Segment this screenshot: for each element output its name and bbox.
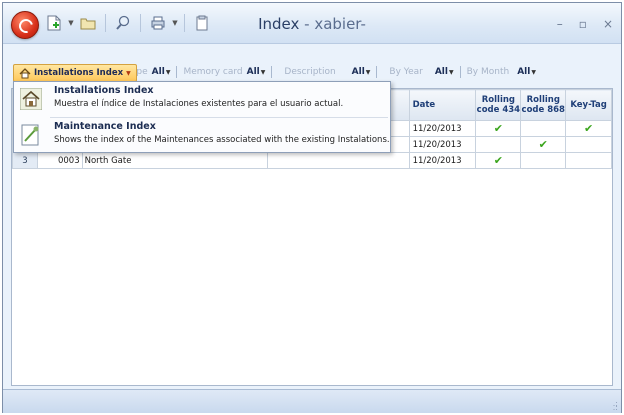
chevron-down-icon: ▼	[126, 69, 131, 77]
checkmark-icon: ✔	[584, 122, 594, 135]
cell-rolling-code-868[interactable]	[520, 120, 567, 137]
maximize-icon[interactable]: ▫	[579, 17, 587, 31]
chevron-down-icon: ▼	[365, 68, 371, 76]
chevron-down-icon: ▼	[448, 68, 454, 76]
window-title-sub: xabier-	[314, 15, 366, 33]
column-header-key-tag[interactable]: Key-Tag	[565, 89, 612, 121]
resize-grip-icon[interactable]: .:.:	[613, 400, 618, 412]
checkmark-icon: ✔	[493, 122, 503, 135]
menu-item-title: Maintenance Index	[54, 121, 156, 132]
cell-rolling-code-434[interactable]: ✔	[475, 152, 522, 169]
filter-description[interactable]: Description All ▼	[278, 66, 378, 78]
close-icon[interactable]: ×	[603, 17, 613, 31]
row-number: 3	[12, 152, 38, 169]
chevron-down-icon: ▼	[260, 68, 266, 76]
filter-by-month[interactable]: By Month All ▼	[461, 67, 536, 77]
chevron-down-icon: ▼	[165, 68, 171, 76]
filter-value[interactable]: All	[247, 67, 260, 77]
index-dropdown-menu: Installations Index Muestra el índice de…	[13, 81, 391, 153]
app-window: ▼ ▼ Index - xabier- – ▫ × Type All ▼ Mem…	[2, 2, 622, 413]
filter-label: By Year	[389, 67, 423, 77]
filter-memory-card[interactable]: Memory card All ▼	[177, 66, 273, 78]
cell-key-tag[interactable]: ✔	[565, 120, 612, 137]
cell-rolling-code-434[interactable]	[475, 136, 522, 153]
menu-item-description: Shows the index of the Maintenances asso…	[54, 135, 390, 145]
window-title: Index - xabier-	[3, 15, 621, 33]
cell-key-tag[interactable]	[565, 136, 612, 153]
filter-label: Description	[284, 67, 336, 77]
filter-label: By Month	[466, 67, 510, 77]
house-icon	[19, 67, 31, 78]
checkmark-icon: ✔	[538, 138, 548, 151]
cell-name[interactable]: North Gate	[81, 152, 269, 169]
window-title-main: Index	[258, 15, 300, 33]
filter-value[interactable]: All	[352, 67, 365, 77]
cell-code[interactable]: 0003	[36, 152, 83, 169]
column-header-rolling-code-434[interactable]: Rolling code 434	[475, 89, 522, 121]
cell-rolling-code-868[interactable]: ✔	[520, 136, 567, 153]
table-row[interactable]: 3 0003 North Gate 11/20/2013 ✔	[12, 152, 612, 169]
minimize-icon[interactable]: –	[557, 17, 563, 31]
cell-date[interactable]: 11/20/2013	[408, 152, 477, 169]
filter-value[interactable]: All	[517, 67, 530, 77]
window-title-separator: -	[299, 15, 315, 33]
menu-item-title: Installations Index	[54, 85, 154, 96]
cell-rolling-code-868[interactable]	[520, 152, 567, 169]
cell-date[interactable]: 11/20/2013	[408, 136, 477, 153]
cell-rolling-code-434[interactable]: ✔	[475, 120, 522, 137]
window-controls: – ▫ ×	[557, 17, 613, 31]
divider	[376, 66, 378, 78]
checkmark-icon: ✔	[493, 154, 503, 167]
title-bar: ▼ ▼ Index - xabier- – ▫ ×	[3, 3, 621, 44]
chevron-down-icon: ▼	[531, 68, 536, 76]
filter-label: Memory card	[183, 67, 243, 77]
filter-value[interactable]: All	[435, 67, 448, 77]
column-header-date[interactable]: Date	[408, 89, 477, 121]
house-icon	[20, 88, 42, 110]
column-header-rolling-code-868[interactable]: Rolling code 868	[520, 89, 567, 121]
status-bar: .:.:	[3, 389, 621, 413]
installations-index-button[interactable]: Installations Index ▼	[13, 64, 137, 82]
filter-by-year[interactable]: By Year All ▼	[383, 66, 461, 78]
filter-value[interactable]: All	[152, 67, 165, 77]
cell-description[interactable]	[267, 152, 410, 169]
cell-key-tag[interactable]	[565, 152, 612, 169]
cell-date[interactable]: 11/20/2013	[408, 120, 477, 137]
maintenance-icon	[21, 124, 39, 146]
menu-item-installations-index[interactable]: Installations Index Muestra el índice de…	[14, 82, 390, 116]
menu-item-maintenance-index[interactable]: Maintenance Index Shows the index of the…	[14, 118, 390, 152]
divider	[271, 66, 273, 78]
installations-index-label: Installations Index	[34, 68, 124, 78]
menu-item-description: Muestra el índice de Instalaciones exist…	[54, 99, 344, 109]
